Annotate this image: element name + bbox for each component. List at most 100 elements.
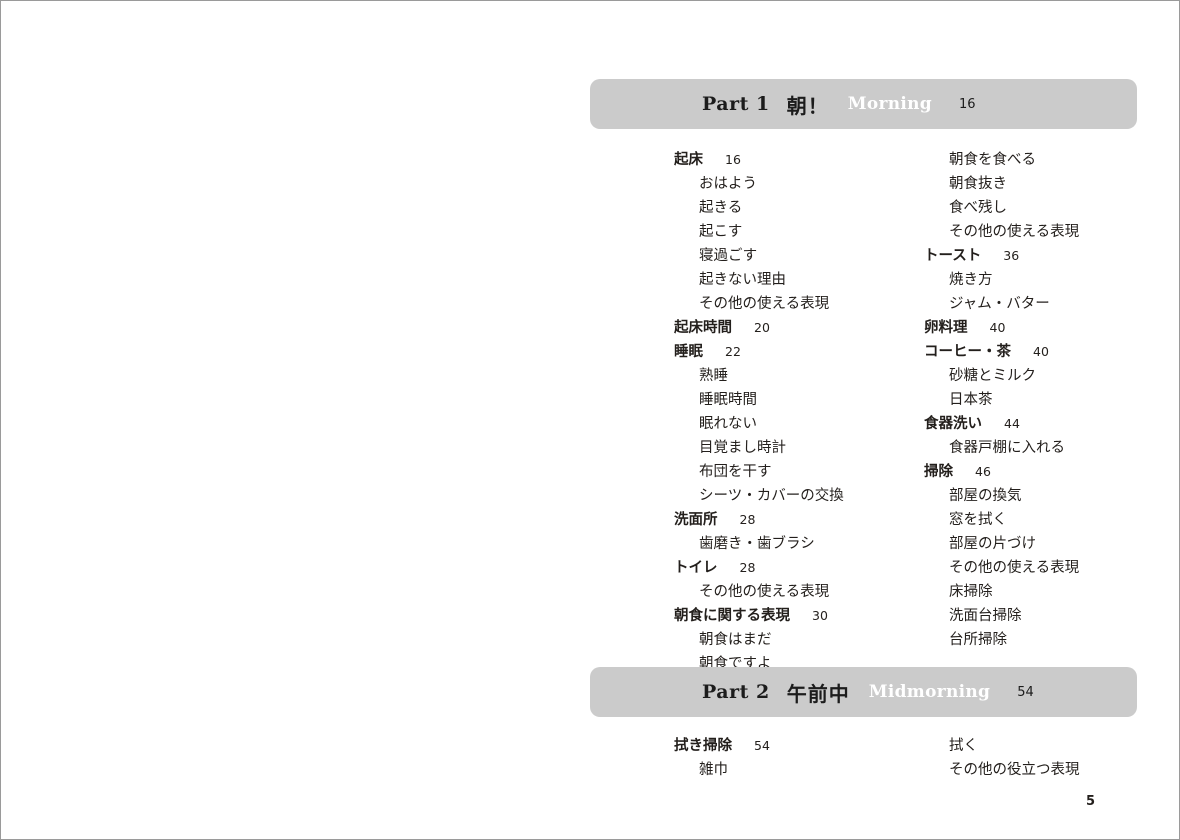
toc-subentry-row: その他の使える表現: [924, 219, 1139, 243]
toc-entry-title: 日本茶: [949, 392, 993, 408]
part-header-inner-1: Part 1 朝！ Morning 16: [590, 79, 1137, 129]
toc-entry-title: 卵料理: [924, 320, 968, 336]
part-japanese-title-2: 午前中: [786, 681, 850, 706]
toc-subentry-row: 布団を干す: [674, 459, 914, 483]
toc-subentry-row: 砂糖とミルク: [924, 363, 1139, 387]
toc-heading-row: 起床 16: [674, 147, 914, 171]
toc-entry-page-number: 22: [725, 344, 741, 359]
toc-entry-title: 起床: [674, 152, 703, 168]
toc-entry-title: 窓を拭く: [949, 512, 1007, 528]
toc-entry-title: 焼き方: [949, 272, 993, 288]
toc-entry-title: 睡眠時間: [699, 392, 757, 408]
toc-subentry-row: ジャム・バター: [924, 291, 1139, 315]
toc-subentry-row: おはよう: [674, 171, 914, 195]
toc-subentry-row: 起きる: [674, 195, 914, 219]
toc-subentry-row: 部屋の片づけ: [924, 531, 1139, 555]
toc-entries-part-2: 拭き掃除 54 雑巾 拭くその他の役立つ表現: [590, 733, 1137, 793]
toc-entry-title: 眠れない: [699, 416, 757, 432]
book-page: Part 1 朝！ Morning 16 起床 16 おはよう 起きる 起こす 寝過ごす起…: [0, 0, 1180, 840]
toc-entry-title: 起きる: [699, 200, 743, 216]
part-header-bar-1: Part 1 朝！ Morning 16: [590, 79, 1137, 129]
toc-subentry-row: 眠れない: [674, 411, 914, 435]
toc-entry-title: 睡眠: [674, 344, 703, 360]
toc-entry-title: 布団を干す: [699, 464, 772, 480]
toc-entry-title: 掃除: [924, 464, 953, 480]
toc-entry-title: 洗面台掃除: [949, 608, 1022, 624]
toc-entry-title: トイレ: [674, 560, 718, 576]
toc-entry-title: 目覚まし時計: [699, 440, 786, 456]
toc-subentry-row: 起きない理由: [674, 267, 914, 291]
toc-entry-title: 拭く: [949, 738, 978, 754]
toc-heading-row: 洗面所 28: [674, 507, 914, 531]
toc-entry-title: その他の使える表現: [949, 224, 1080, 240]
toc-entry-page-number: 28: [739, 512, 756, 527]
part-english-title-1: Morning: [847, 94, 932, 114]
toc-column-right-2: 拭くその他の役立つ表現: [924, 733, 1139, 781]
toc-subentry-row: その他の使える表現: [674, 579, 914, 603]
toc-entry-title: 朝食を食べる: [949, 152, 1036, 168]
toc-entry-title: コーヒー・茶: [924, 344, 1011, 360]
toc-subentry-row: 洗面台掃除: [924, 603, 1139, 627]
toc-entry-title: その他の役立つ表現: [949, 762, 1080, 778]
toc-heading-row: 掃除 46: [924, 459, 1139, 483]
part-page-number-2: 54: [1017, 684, 1034, 700]
part-japanese-title-1: 朝！: [786, 93, 829, 118]
toc-entry-title: 洗面所: [674, 512, 718, 528]
toc-entry-page-number: 36: [1003, 248, 1020, 263]
toc-entry-page-number: 44: [1004, 416, 1020, 431]
toc-entry-page-number: 46: [975, 464, 991, 479]
toc-entry-title: 朝食はまだ: [699, 632, 772, 648]
toc-subentry-row: その他の使える表現: [674, 291, 914, 315]
toc-entry-page-number: 54: [754, 738, 770, 753]
toc-entry-title: シーツ・カバーの交換: [699, 488, 844, 504]
toc-entry-title: 熟睡: [699, 368, 728, 384]
toc-subentry-row: 熟睡: [674, 363, 914, 387]
toc-entry-title: 起床時間: [674, 320, 732, 336]
part-number-label-2: Part 2: [702, 681, 770, 703]
part-number-label-1: Part 1: [702, 93, 770, 115]
toc-heading-row: 朝食に関する表現 30: [674, 603, 914, 627]
toc-subentry-row: 朝食を食べる: [924, 147, 1139, 171]
toc-subentry-row: その他の役立つ表現: [924, 757, 1139, 781]
toc-heading-row: 食器洗い 44: [924, 411, 1139, 435]
toc-subentry-row: 焼き方: [924, 267, 1139, 291]
toc-subentry-row: 朝食抜き: [924, 171, 1139, 195]
toc-subentry-row: 台所掃除: [924, 627, 1139, 651]
toc-entry-title: 歯磨き・歯ブラシ: [699, 536, 815, 552]
toc-subentry-row: 寝過ごす: [674, 243, 914, 267]
toc-entry-title: トースト: [924, 248, 982, 264]
toc-heading-row: コーヒー・茶 40: [924, 339, 1139, 363]
toc-entry-page-number: 16: [725, 152, 741, 167]
toc-heading-row: 起床時間 20: [674, 315, 914, 339]
toc-entry-title: 食べ残し: [949, 200, 1007, 216]
toc-entries-part-1: 起床 16 おはよう 起きる 起こす 寝過ごす 起きない理由 その他の使える表現 起床時間 20 睡…: [590, 147, 1139, 672]
toc-entry-title: その他の使える表現: [699, 296, 830, 312]
toc-subentry-row: 睡眠時間: [674, 387, 914, 411]
toc-entry-title: その他の使える表現: [949, 560, 1080, 576]
toc-entry-page-number: 28: [739, 560, 756, 575]
toc-subentry-row: シーツ・カバーの交換: [674, 483, 914, 507]
toc-subentry-row: 日本茶: [924, 387, 1139, 411]
toc-subentry-row: 床掃除: [924, 579, 1139, 603]
toc-entry-page-number: 40: [989, 320, 1006, 335]
toc-entry-title: 朝食に関する表現: [674, 608, 790, 624]
toc-subentry-row: 目覚まし時計: [674, 435, 914, 459]
toc-entry-title: 台所掃除: [949, 632, 1007, 648]
toc-column-left-2: 拭き掃除 54 雑巾: [674, 733, 914, 781]
toc-entry-title: 食器洗い: [924, 416, 982, 432]
toc-entry-title: 食器戸棚に入れる: [949, 440, 1065, 456]
toc-subentry-row: 部屋の換気: [924, 483, 1139, 507]
toc-entry-page-number: 20: [754, 320, 770, 335]
toc-subentry-row: 歯磨き・歯ブラシ: [674, 531, 914, 555]
toc-entry-title: 寝過ごす: [699, 248, 758, 264]
part-english-title-2: Midmorning: [868, 682, 991, 702]
toc-entry-title: 部屋の片づけ: [949, 536, 1036, 552]
toc-heading-row: 拭き掃除 54: [674, 733, 914, 757]
toc-subentry-row: 雑巾: [674, 757, 914, 781]
toc-subentry-row: 朝食はまだ: [674, 627, 914, 651]
toc-subentry-row: 窓を拭く: [924, 507, 1139, 531]
toc-entry-page-number: 30: [812, 608, 828, 623]
toc-entry-title: その他の使える表現: [699, 584, 830, 600]
toc-heading-row: トイレ 28: [674, 555, 914, 579]
toc-entry-title: おはよう: [699, 176, 757, 192]
